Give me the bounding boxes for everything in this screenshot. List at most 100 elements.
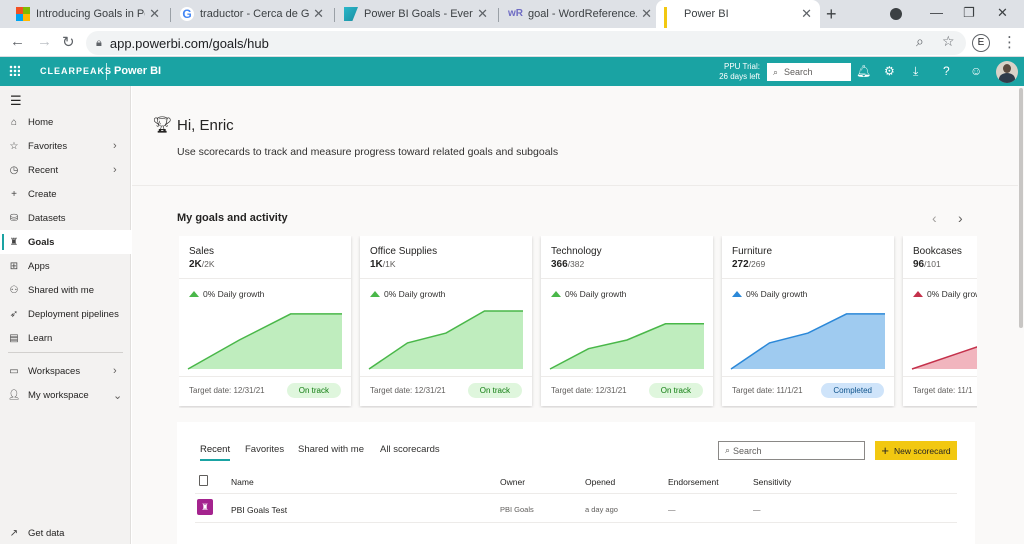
goal-card[interactable]: Office Supplies 1K/1K 0% Daily growth Targe… [360,236,532,406]
nav-item-deployment-pipelines[interactable]: ➶ Deployment pipelines [0,302,131,326]
nav-item-label: Create [28,188,57,200]
zoom-icon[interactable]: ⌕ [916,33,924,50]
browser-tab-active[interactable]: Power BI ✕ [656,0,820,28]
help-icon[interactable]: ? [943,64,950,78]
close-icon[interactable]: ✕ [641,6,652,22]
column-header-owner[interactable]: Owner [500,477,525,487]
close-icon[interactable]: ✕ [313,6,324,22]
powerbi-header: CLEARPEAKS Power BI PPU Trial: 26 days l… [0,57,1024,86]
scorecard-search-input[interactable]: ⌕ Search [718,441,865,460]
org-logo[interactable]: CLEARPEAKS [40,66,112,76]
bookmark-star-icon[interactable]: ☆ [942,33,955,50]
tab-title: Introducing Goals in Powe [36,8,145,20]
column-header-opened[interactable]: Opened [585,477,615,487]
url-field[interactable]: 🔒︎ app.powerbi.com/goals/hub [86,31,966,55]
profile-avatar[interactable]: E [972,34,990,52]
growth-text: 0% Daily growth [203,289,265,299]
tab-separator [334,8,335,22]
hamburger-menu-icon[interactable]: ☰ [10,93,22,109]
microsoft-icon [16,7,30,21]
product-name[interactable]: Power BI [114,65,161,77]
goal-card[interactable]: Technology 366/382 0% Daily growth Target d… [541,236,713,406]
goal-card[interactable]: Furniture 272/269 0% Daily growth Target da… [722,236,894,406]
target-date: Target date: 12/31/21 [551,386,627,395]
close-icon[interactable]: ✕ [149,6,160,22]
close-icon[interactable]: ✕ [801,6,812,22]
page-scrollbar[interactable] [1018,86,1024,544]
goal-value: 96/101 [913,259,941,270]
close-icon[interactable]: ✕ [477,6,488,22]
nav-item-datasets[interactable]: ⛁ Datasets [0,206,131,230]
greeting-banner: 🏆︎ Hi, Enric Use scorecards to track and… [132,86,1024,186]
column-header-name[interactable]: Name [231,477,254,487]
chevron-right-icon: › [113,140,117,152]
growth-indicator: 0% Daily growth [732,289,807,299]
window-close-icon[interactable]: ✕ [997,5,1008,21]
card-divider [360,376,532,377]
nav-item-get-data[interactable]: ↗ Get data [0,521,131,544]
workspaces-icon: ▭ [9,365,19,377]
browser-tab[interactable]: Introducing Goals in Powe ✕ [8,0,168,28]
reload-icon[interactable]: ↻ [62,33,75,51]
tab-favorites[interactable]: Favorites [245,444,284,455]
carousel-next-icon[interactable]: › [958,210,963,226]
goal-card[interactable]: Bookcases 96/101 0% Daily growth Target dat… [903,236,977,406]
app-launcher-icon[interactable] [9,65,20,76]
global-search-input[interactable]: ⌕ Search [767,63,851,81]
goal-value: 366/382 [551,259,584,270]
nav-item-home[interactable]: ⌂ Home [0,110,131,134]
back-icon[interactable]: ← [10,33,25,50]
card-divider [179,376,351,377]
user-avatar[interactable] [996,61,1018,83]
status-badge: On track [467,383,522,398]
new-scorecard-label: New scorecard [893,445,951,456]
tab-all-scorecards[interactable]: All scorecards [380,444,440,455]
browser-tab-strip: Introducing Goals in Powe ✕ G traductor … [0,0,1024,28]
column-header-sensitivity[interactable]: Sensitivity [753,477,791,487]
tab-shared-with-me[interactable]: Shared with me [298,444,364,455]
goals-hub: 🏆︎ Hi, Enric Use scorecards to track and… [132,86,1024,544]
notifications-bell-icon[interactable]: 🔔︎ [856,64,871,78]
nav-item-my-workspace[interactable]: 👤︎ My workspace ⌄ [0,383,131,407]
more-menu-icon[interactable]: ⋮ [1002,33,1017,51]
nav-item-label: Recent [28,164,59,176]
browser-tab[interactable]: Power BI Goals - Everythin ✕ [336,0,496,28]
new-tab-button[interactable]: + [826,4,837,25]
plus-icon: + [881,443,889,458]
feedback-smiley-icon[interactable]: ☺ [970,64,982,78]
column-header-endorsement[interactable]: Endorsement [668,477,719,487]
settings-gear-icon[interactable]: ⚙ [884,64,895,78]
restore-icon[interactable]: ❐ [963,5,975,21]
sparkline-area [369,311,523,369]
nav-item-recent[interactable]: ◷ Recent › [0,158,131,182]
target-date: Target date: 11/1/21 [732,386,803,395]
download-icon[interactable]: ⤓ [913,64,918,79]
goal-card[interactable]: Sales 2K/2K 0% Daily growth Target date: 12… [179,236,351,406]
forward-icon[interactable]: → [37,33,52,50]
nav-item-apps[interactable]: ⊞ Apps [0,254,131,278]
new-scorecard-button[interactable]: + New scorecard [875,441,957,460]
scorecard-name[interactable]: PBI Goals Test [231,505,287,515]
browser-tab[interactable]: wR goal - WordReference.com ✕ [500,0,660,28]
tab-title: Power BI [684,8,729,20]
nav-item-learn[interactable]: ▤ Learn [0,326,131,350]
nav-item-workspaces[interactable]: ▭ Workspaces › [0,359,131,383]
tab-separator [498,8,499,22]
growth-indicator: 0% Daily growth [551,289,626,299]
goal-progress-sparkline [187,313,342,370]
minimize-icon[interactable]: — [930,5,943,20]
clock-icon: ◷ [9,164,19,176]
nav-item-goals[interactable]: ♜ Goals [0,230,131,254]
browser-tab[interactable]: G traductor - Cerca de Goog ✕ [172,0,332,28]
nav-item-label: Workspaces [28,365,81,377]
status-badge: On track [286,383,341,398]
tab-search-icon[interactable] [890,8,902,20]
greeting-subtitle: Use scorecards to track and measure prog… [177,146,559,158]
nav-item-shared-with-me[interactable]: ⚇ Shared with me [0,278,131,302]
nav-item-create[interactable]: + Create [0,182,131,206]
carousel-prev-icon[interactable]: ‹ [932,210,937,226]
goal-value: 2K/2K [189,259,215,270]
status-badge: Completed [821,383,884,398]
tab-recent[interactable]: Recent [200,444,231,461]
nav-item-favorites[interactable]: ☆ Favorites › [0,134,131,158]
